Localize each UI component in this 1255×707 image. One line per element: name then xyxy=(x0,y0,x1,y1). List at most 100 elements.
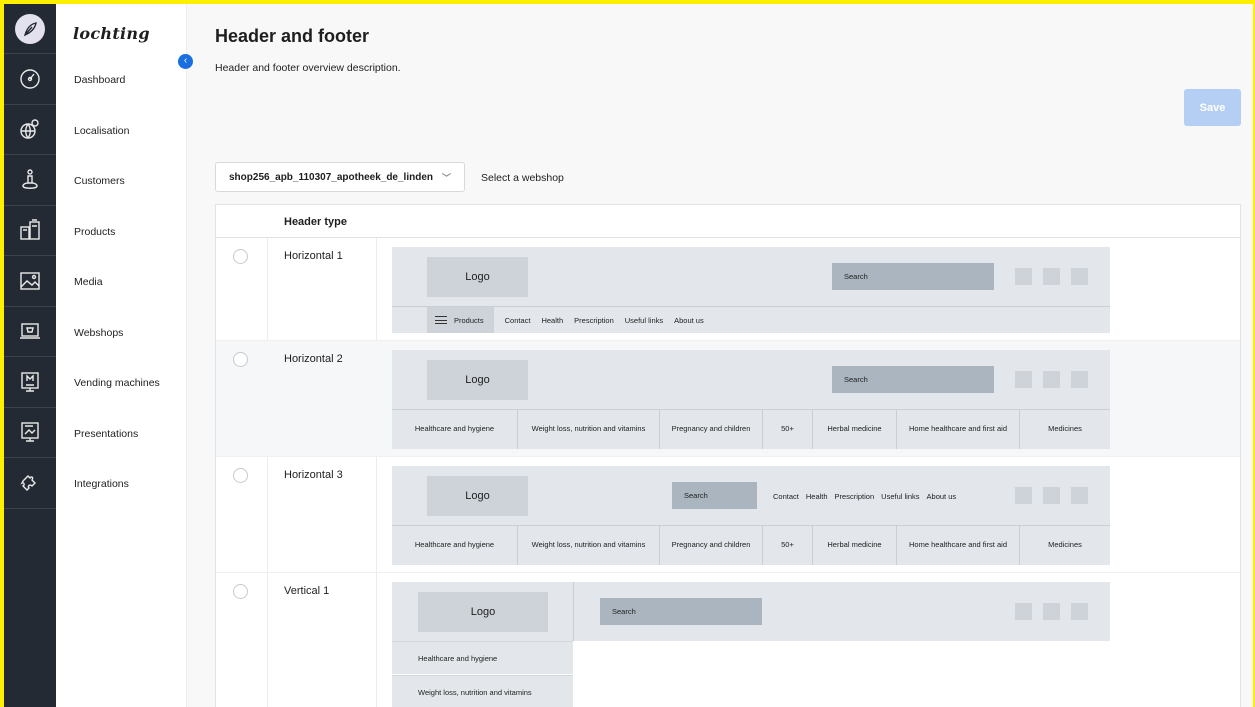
preview-icon-placeholder xyxy=(1043,371,1060,388)
sidebar-item-customers[interactable]: Customers xyxy=(56,156,186,207)
collapse-sidebar-button[interactable]: ‹ xyxy=(178,54,193,69)
preview-category: Healthcare and hygiene xyxy=(392,410,518,449)
preview-nav-link: Contact xyxy=(504,315,531,325)
preview-icon-placeholder xyxy=(1015,487,1032,504)
preview-search: Search xyxy=(672,482,757,509)
preview-horizontal-3: Logo Search Contact Health Prescription … xyxy=(392,466,1110,565)
radio-horizontal-3[interactable] xyxy=(233,468,248,483)
preview-icon-placeholder xyxy=(1043,487,1060,504)
preview-category: Medicines xyxy=(1048,540,1082,550)
preview-category: 50+ xyxy=(763,526,813,565)
radio-horizontal-2[interactable] xyxy=(233,352,248,367)
radio-horizontal-1[interactable] xyxy=(233,249,248,264)
preview-category: Home healthcare and first aid xyxy=(897,410,1020,449)
preview-icon-placeholder xyxy=(1071,603,1088,620)
rail-webshops[interactable] xyxy=(4,307,56,357)
webshop-icon xyxy=(20,323,40,339)
sidebar-item-localisation[interactable]: Localisation xyxy=(56,106,186,157)
sidebar-item-webshops[interactable]: Webshops xyxy=(56,308,186,359)
sidebar-item-products[interactable]: Products xyxy=(56,207,186,258)
preview-category: Healthcare and hygiene xyxy=(392,526,518,565)
preview-category: Pregnancy and children xyxy=(660,526,763,565)
preview-icon-placeholder xyxy=(1071,487,1088,504)
preview-category: Home healthcare and first aid xyxy=(897,526,1020,565)
preview-icon-placeholder xyxy=(1015,268,1032,285)
preview-logo: Logo xyxy=(427,360,528,400)
hamburger-icon xyxy=(435,316,447,324)
preview-category: Herbal medicine xyxy=(813,410,897,449)
radio-vertical-1[interactable] xyxy=(233,584,248,599)
logo-icon xyxy=(15,13,45,44)
table-header: Header type xyxy=(216,205,1240,238)
chevron-down-icon: ﹀ xyxy=(441,173,451,183)
save-button[interactable]: Save xyxy=(1184,89,1241,126)
webshop-select[interactable]: shop256_apb_110307_apotheek_de_linden ﹀ xyxy=(215,162,465,192)
preview-icon-placeholder xyxy=(1043,268,1060,285)
table-row[interactable]: Vertical 1 Logo Search Healthcare and hy… xyxy=(216,573,1240,707)
preview-category: Medicines xyxy=(1048,424,1082,434)
preview-nav-link: Health xyxy=(541,315,564,325)
webshop-select-hint: Select a webshop xyxy=(481,172,564,184)
preview-nav-link: Prescription xyxy=(574,315,614,325)
globe-icon xyxy=(20,119,39,139)
sidebar-item-vending-machines[interactable]: Vending machines xyxy=(56,358,186,409)
preview-logo: Logo xyxy=(427,257,528,297)
app-logo[interactable] xyxy=(4,4,56,54)
preview-category: Weight loss, nutrition and vitamins xyxy=(392,675,573,707)
preview-horizontal-1: Logo Search Products Contact Health Pres… xyxy=(392,247,1110,333)
sidebar-item-dashboard[interactable]: Dashboard xyxy=(56,55,186,106)
rail-dashboard[interactable] xyxy=(4,54,56,105)
preview-category: Weight loss, nutrition and vitamins xyxy=(518,410,660,449)
preview-category: Weight loss, nutrition and vitamins xyxy=(518,526,660,565)
sidebar-item-presentations[interactable]: Presentations xyxy=(56,409,186,460)
preview-search: Search xyxy=(600,598,762,625)
preview-search: Search xyxy=(832,366,994,393)
main-content: Header and footer Header and footer over… xyxy=(187,4,1253,707)
app-frame: lochting Dashboard Localisation Customer… xyxy=(4,4,1253,707)
preview-horizontal-2: Logo Search Healthcare and hygiene Weigh… xyxy=(392,350,1110,449)
preview-products-label: Products xyxy=(454,315,484,325)
preview-icon-placeholder xyxy=(1015,603,1032,620)
rail-media[interactable] xyxy=(4,256,56,307)
chevron-left-icon: ‹ xyxy=(183,55,188,66)
puzzle-icon xyxy=(20,474,36,491)
rail-vending[interactable] xyxy=(4,357,56,408)
preview-category: Healthcare and hygiene xyxy=(392,641,573,674)
table-row[interactable]: Horizontal 2 Logo Search Healthcare and … xyxy=(216,341,1240,457)
preview-icon-placeholder xyxy=(1015,371,1032,388)
preview-logo: Logo xyxy=(427,476,528,516)
presentation-icon xyxy=(21,422,39,442)
row-label: Horizontal 3 xyxy=(284,469,343,481)
customer-icon xyxy=(22,169,38,189)
preview-vertical-1: Logo Search Healthcare and hygiene Weigh… xyxy=(392,582,1110,707)
preview-nav-link: Prescription xyxy=(834,492,875,501)
preview-category: Pregnancy and children xyxy=(660,410,763,449)
preview-products-menu: Products xyxy=(427,307,494,333)
header-type-table: Header type Horizontal 1 Logo Search Pro… xyxy=(215,204,1241,707)
rail-presentations[interactable] xyxy=(4,408,56,458)
products-icon xyxy=(20,219,40,240)
rail-localisation[interactable] xyxy=(4,105,56,155)
page-description: Header and footer overview description. xyxy=(215,62,401,74)
preview-icon-placeholder xyxy=(1071,371,1088,388)
preview-nav-link: About us xyxy=(674,315,704,325)
preview-logo: Logo xyxy=(418,592,548,632)
rail-products[interactable] xyxy=(4,206,56,256)
row-label: Horizontal 2 xyxy=(284,353,343,365)
table-row[interactable]: Horizontal 3 Logo Search Contact Health … xyxy=(216,457,1240,573)
preview-category-bar: Healthcare and hygiene Weight loss, nutr… xyxy=(392,409,1110,449)
preview-category: 50+ xyxy=(763,410,813,449)
dashboard-icon xyxy=(20,69,40,89)
sidebar-nav: lochting Dashboard Localisation Customer… xyxy=(56,4,187,707)
icon-rail xyxy=(4,4,56,707)
rail-integrations[interactable] xyxy=(4,458,56,509)
page-title: Header and footer xyxy=(215,26,370,46)
preview-category-bar: Healthcare and hygiene Weight loss, nutr… xyxy=(392,525,1110,565)
row-label: Horizontal 1 xyxy=(284,250,343,262)
rail-customers[interactable] xyxy=(4,155,56,206)
preview-icon-placeholder xyxy=(1071,268,1088,285)
sidebar-item-media[interactable]: Media xyxy=(56,257,186,308)
table-row[interactable]: Horizontal 1 Logo Search Products Contac… xyxy=(216,238,1240,341)
sidebar-item-integrations[interactable]: Integrations xyxy=(56,459,186,510)
row-label: Vertical 1 xyxy=(284,585,330,597)
